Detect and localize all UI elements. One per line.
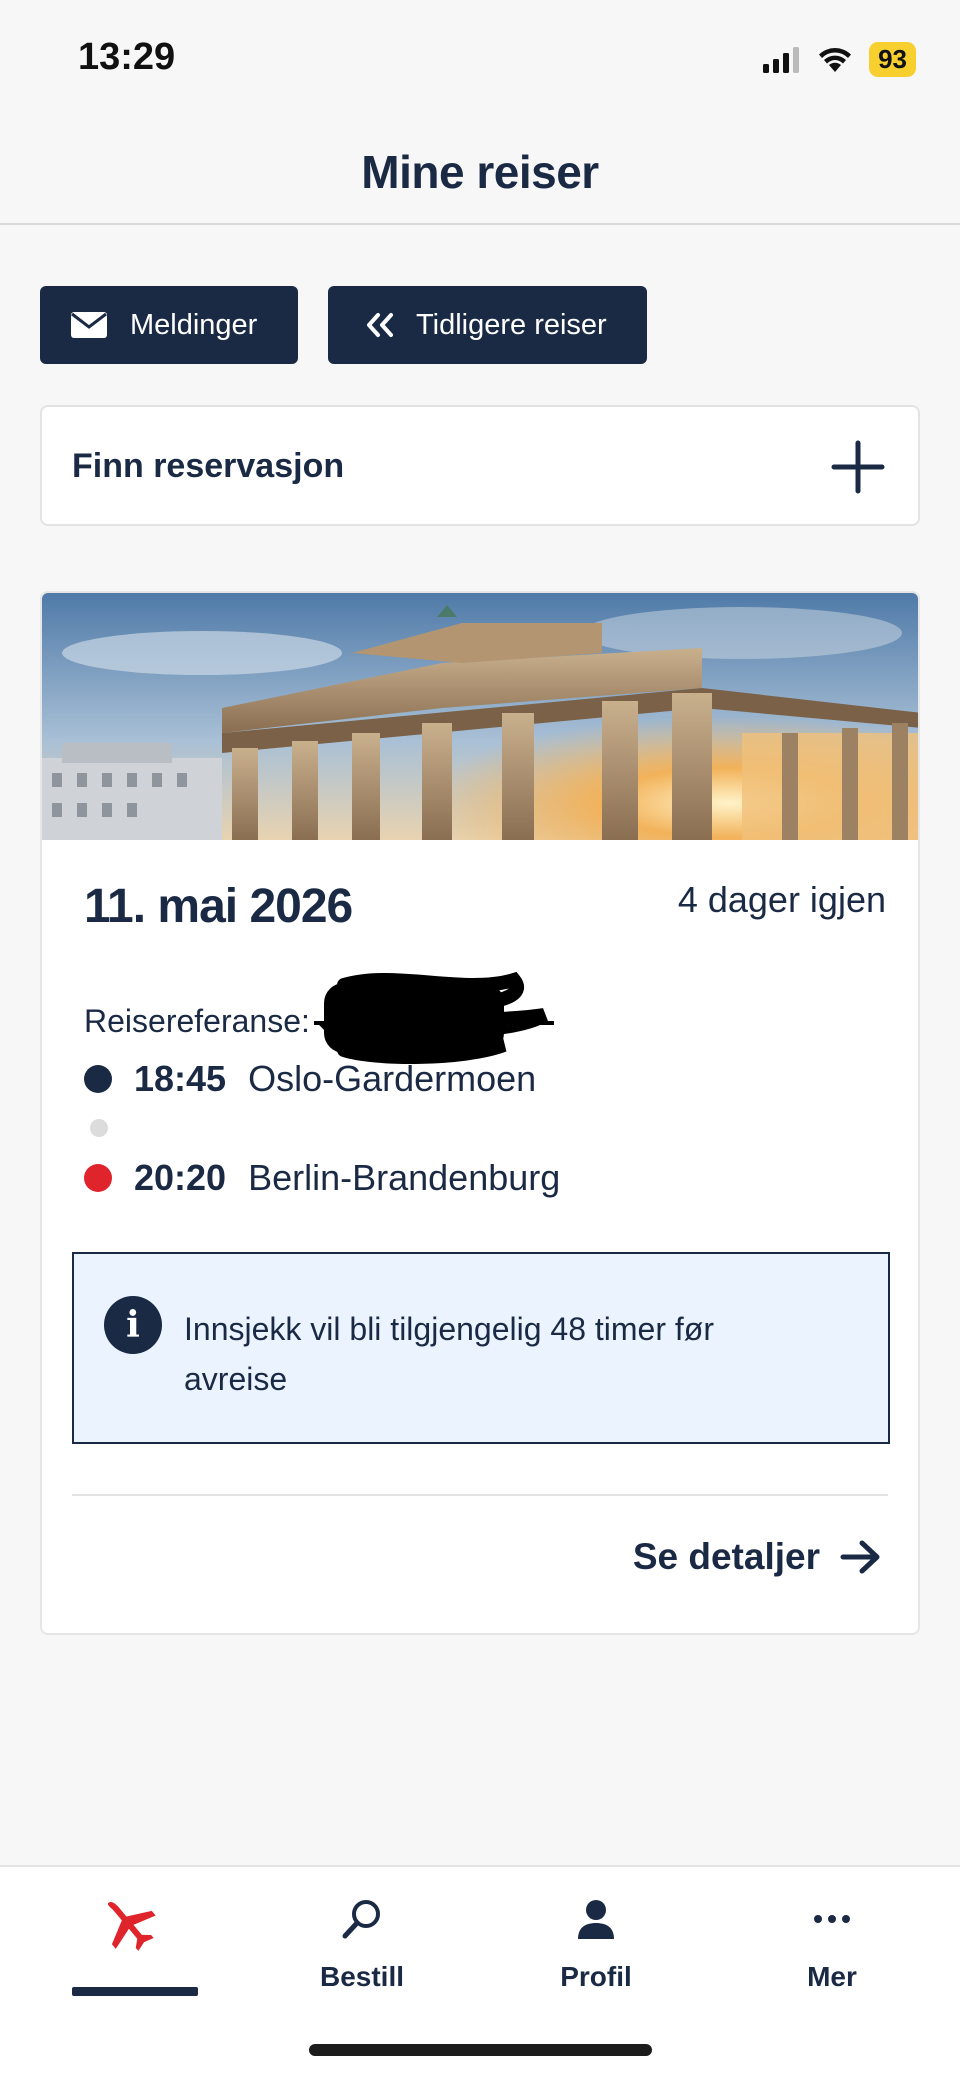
departure-dot: [84, 1065, 112, 1093]
arrival-row: 20:20 Berlin-Brandenburg: [84, 1157, 560, 1199]
previous-trips-button[interactable]: Tidligere reiser: [328, 286, 647, 364]
departure-time: 18:45: [134, 1058, 227, 1099]
page-title: Mine reiser: [361, 146, 599, 198]
see-details-link[interactable]: Se detaljer: [633, 1536, 882, 1578]
card-divider: [72, 1494, 888, 1496]
tab-book[interactable]: Bestill: [242, 1867, 482, 2017]
trip-countdown: 4 dager igjen: [677, 879, 886, 920]
arrival-dot: [84, 1164, 112, 1192]
arrow-right-icon: [840, 1539, 882, 1575]
tab-book-label: Bestill: [319, 1961, 405, 1992]
search-icon: [242, 1897, 482, 1947]
tab-profile[interactable]: Profil: [476, 1867, 716, 2017]
status-time: 13:29: [78, 36, 176, 78]
active-tab-indicator: [72, 1987, 198, 1996]
status-icons: 93: [761, 42, 916, 77]
see-details-label: Se detaljer: [632, 1536, 820, 1577]
find-reservation-label: Finn reservasjon: [72, 447, 345, 485]
booking-reference-row: Reisereferanse:: [84, 971, 554, 1071]
person-icon: [476, 1897, 716, 1947]
double-chevron-left-icon: [364, 312, 394, 338]
status-bar: 13:29 93: [0, 0, 960, 110]
arrival-airport: Berlin-Brandenburg: [248, 1157, 561, 1198]
messages-button[interactable]: Meldinger: [40, 286, 298, 364]
redacted-reference: [313, 971, 554, 1064]
booking-reference-label: Reisereferanse:: [84, 1002, 310, 1039]
tab-trips[interactable]: [8, 1867, 248, 2017]
messages-label: Meldinger: [130, 308, 258, 341]
header: Mine reiser: [0, 110, 960, 225]
home-indicator: [309, 2044, 652, 2056]
envelope-icon: [70, 311, 108, 339]
route-connector-dot: [90, 1119, 108, 1137]
tab-profile-label: Profil: [560, 1961, 632, 1992]
checkin-notice-text: Innsjekk vil bli tilgjengelig 48 timer f…: [184, 1311, 714, 1397]
arrival-time: 20:20: [134, 1157, 227, 1198]
signal-icon: [763, 46, 800, 73]
more-icon: [712, 1897, 952, 1947]
departure-row: 18:45 Oslo-Gardermoen: [84, 1058, 536, 1100]
info-icon: i: [104, 1296, 162, 1354]
departure-airport: Oslo-Gardermoen: [248, 1058, 537, 1099]
tab-more[interactable]: Mer: [712, 1867, 952, 2017]
checkin-notice: i Innsjekk vil bli tilgjengelig 48 timer…: [72, 1252, 890, 1444]
battery-indicator: 93: [869, 42, 916, 77]
previous-trips-label: Tidligere reiser: [416, 308, 607, 341]
tab-more-label: Mer: [807, 1961, 857, 1992]
plane-icon: [8, 1897, 248, 1951]
wifi-icon: [819, 47, 852, 72]
find-reservation-card[interactable]: Finn reservasjon: [40, 405, 920, 526]
destination-image: [42, 593, 918, 840]
trip-date: 11. mai 2026: [84, 880, 353, 933]
plus-icon[interactable]: [830, 439, 886, 495]
trip-card[interactable]: 11. mai 2026 4 dager igjen Reisereferans…: [40, 591, 920, 1635]
